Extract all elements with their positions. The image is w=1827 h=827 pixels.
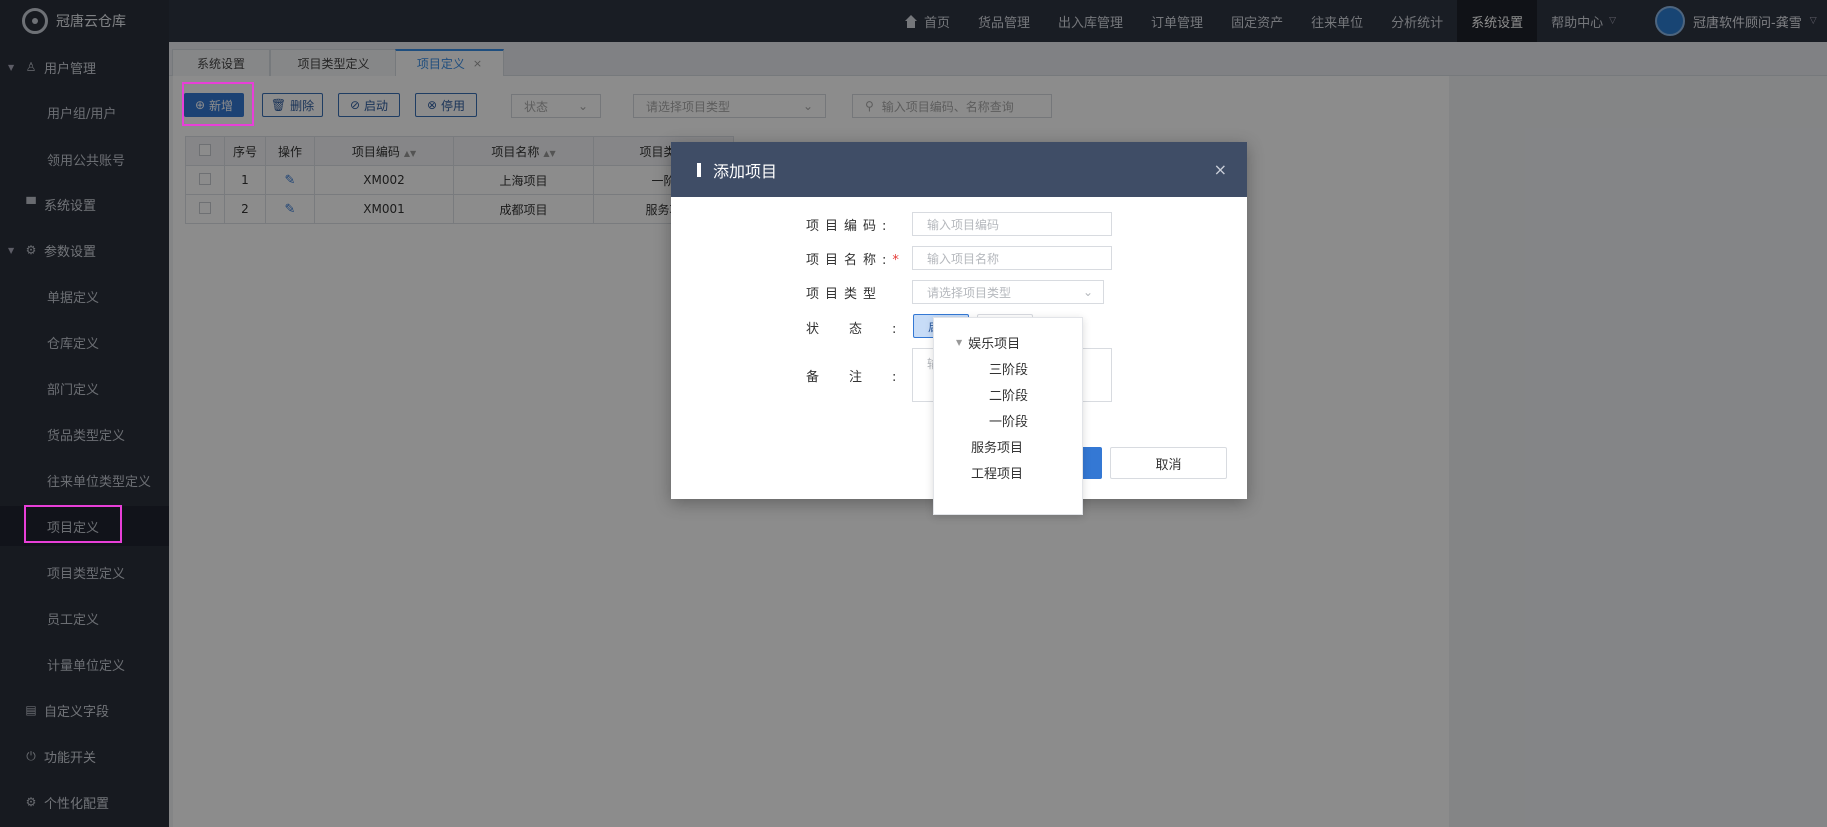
- tree-node-label: 三阶段: [989, 363, 1029, 378]
- input-placeholder: 输入项目编码: [927, 217, 1000, 232]
- chevron-down-icon: ⌄: [1082, 285, 1093, 299]
- select-placeholder: 请选择项目类型: [927, 285, 1012, 300]
- tree-node-label: 一阶段: [989, 415, 1029, 430]
- close-icon[interactable]: ×: [1214, 160, 1227, 179]
- type-select[interactable]: 请选择项目类型 ⌄: [912, 280, 1104, 304]
- input-placeholder: 输入项目名称: [927, 251, 1000, 266]
- tree-node-label: 二阶段: [989, 389, 1029, 404]
- tree-node-label: 服务项目: [971, 441, 1024, 456]
- tree-node-engineering[interactable]: 工程项目: [971, 463, 1023, 482]
- tree-node-stage-one[interactable]: 一阶段: [989, 411, 1028, 430]
- cancel-button[interactable]: 取消: [1110, 447, 1227, 479]
- remark-label: 备注:: [806, 366, 926, 385]
- tree-node-entertainment[interactable]: ▼ 娱乐项目: [956, 333, 1020, 352]
- status-label: 状态:: [806, 318, 926, 337]
- type-label: 项目类型: [806, 287, 883, 302]
- tree-node-stage-two[interactable]: 二阶段: [989, 385, 1028, 404]
- button-label: 取消: [1155, 457, 1182, 473]
- name-label: 项目名称:*: [806, 249, 899, 268]
- project-type-tree-dropdown: ▼ 娱乐项目 三阶段 二阶段 一阶段 服务项目 工程项目: [933, 317, 1083, 515]
- code-input[interactable]: 输入项目编码: [912, 212, 1112, 236]
- dialog-header: 添加项目 ×: [671, 142, 1247, 197]
- required-mark: *: [892, 253, 899, 268]
- dialog-title: 添加项目: [713, 161, 778, 181]
- header-accent-bar: [697, 162, 701, 177]
- caret-down-icon[interactable]: ▼: [956, 338, 962, 347]
- name-input[interactable]: 输入项目名称: [912, 246, 1112, 270]
- code-label: 项目编码:: [806, 219, 893, 234]
- status-label-text: 状态:: [806, 322, 927, 337]
- remark-label-text: 备注:: [806, 370, 927, 385]
- tree-node-stage-three[interactable]: 三阶段: [989, 359, 1028, 378]
- name-label-text: 项目名称:: [806, 253, 893, 268]
- tree-node-service[interactable]: 服务项目: [971, 437, 1023, 456]
- tree-node-label: 工程项目: [971, 467, 1024, 482]
- tree-node-label: 娱乐项目: [968, 337, 1021, 352]
